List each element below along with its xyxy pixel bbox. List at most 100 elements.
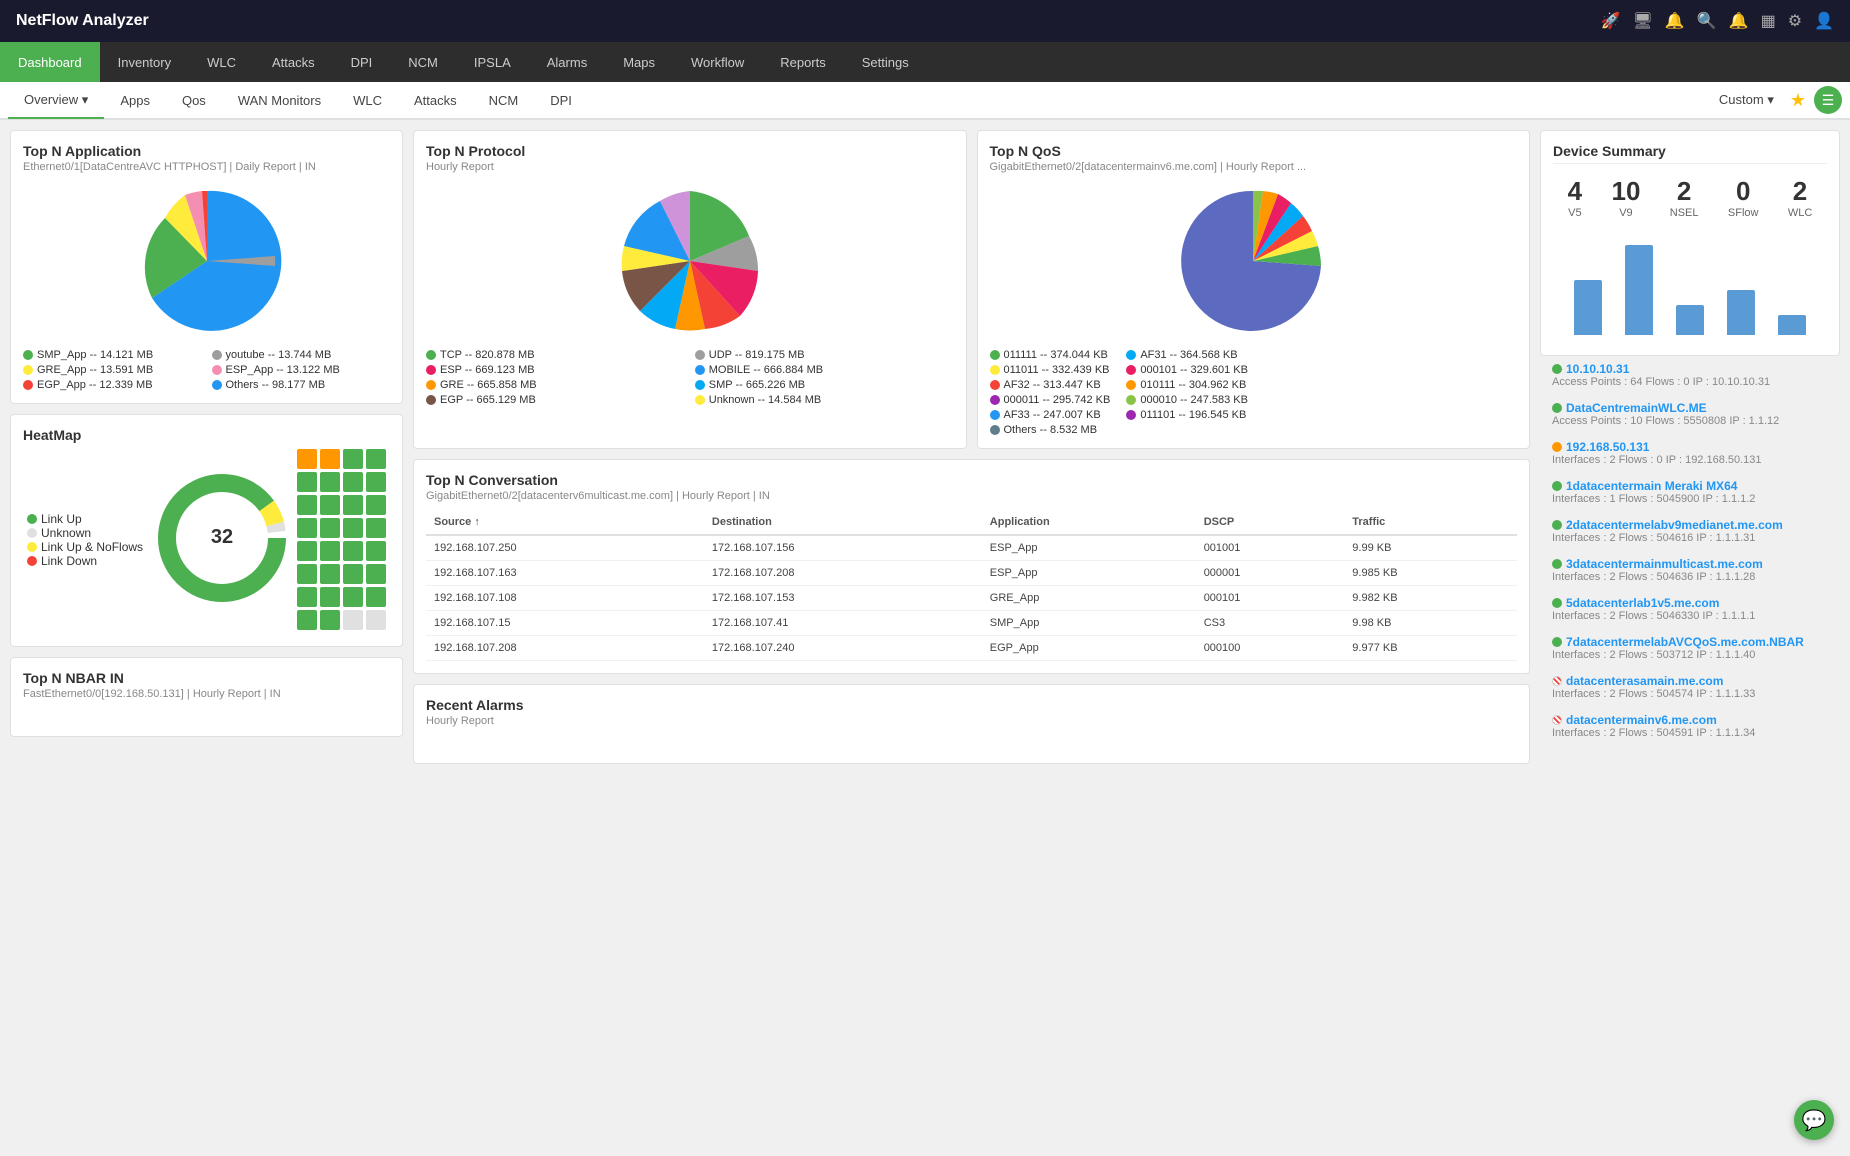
top-bar-icons: 🚀 🖥 🔔 🔍 🔔 ▦ ⚙ 👤 xyxy=(1601,11,1834,31)
device-list-item[interactable]: datacentermainv6.me.com Interfaces : 2 F… xyxy=(1540,707,1840,746)
device-name[interactable]: 5datacenterlab1v5.me.com xyxy=(1552,596,1828,610)
alert-icon[interactable]: 🔔 xyxy=(1729,11,1749,31)
legend-item: AF33 -- 247.007 KB xyxy=(990,409,1111,421)
rocket-icon[interactable]: 🚀 xyxy=(1601,11,1621,31)
bell-icon[interactable]: 🔔 xyxy=(1665,11,1685,31)
svg-text:32: 32 xyxy=(211,526,233,548)
cell-destination: 172.168.107.240 xyxy=(704,636,982,661)
device-list-item[interactable]: 5datacenterlab1v5.me.com Interfaces : 2 … xyxy=(1540,590,1840,629)
legend-item: 011111 -- 374.044 KB xyxy=(990,349,1111,361)
stat-sflow: 0 SFlow xyxy=(1728,176,1759,219)
device-name[interactable]: datacenterasamain.me.com xyxy=(1552,674,1828,688)
nav-wlc[interactable]: WLC xyxy=(189,42,254,82)
nav-ipsla[interactable]: IPSLA xyxy=(456,42,529,82)
status-dot xyxy=(1552,598,1562,608)
table-row[interactable]: 192.168.107.208 172.168.107.240 EGP_App … xyxy=(426,636,1517,661)
nav-ncm[interactable]: NCM xyxy=(390,42,456,82)
top-n-protocol-chart xyxy=(426,181,954,341)
settings-icon[interactable]: ⚙ xyxy=(1788,11,1802,31)
legend-item: Link Down xyxy=(27,554,147,568)
nav-dpi[interactable]: DPI xyxy=(333,42,391,82)
subnav-custom[interactable]: Custom ▾ xyxy=(1703,81,1790,119)
device-name[interactable]: 3datacentermainmulticast.me.com xyxy=(1552,557,1828,571)
device-list-item[interactable]: 192.168.50.131 Interfaces : 2 Flows : 0 … xyxy=(1540,434,1840,473)
device-list-item[interactable]: DataCentremainWLC.ME Access Points : 10 … xyxy=(1540,395,1840,434)
nav-maps[interactable]: Maps xyxy=(605,42,673,82)
cell-application: SMP_App xyxy=(982,611,1196,636)
device-name[interactable]: 2datacentermelabv9medianet.me.com xyxy=(1552,518,1828,532)
search-icon[interactable]: 🔍 xyxy=(1697,11,1717,31)
table-row[interactable]: 192.168.107.15 172.168.107.41 SMP_App CS… xyxy=(426,611,1517,636)
table-row[interactable]: 192.168.107.250 172.168.107.156 ESP_App … xyxy=(426,535,1517,561)
heatmap-content: Link Up Unknown Link Up & NoFlows Link D… xyxy=(23,445,390,634)
nav-dashboard[interactable]: Dashboard xyxy=(0,42,100,82)
device-name[interactable]: datacentermainv6.me.com xyxy=(1552,713,1828,727)
nav-inventory[interactable]: Inventory xyxy=(100,42,189,82)
legend-item: UDP -- 819.175 MB xyxy=(695,349,954,361)
device-list-item[interactable]: 7datacentermelabAVCQoS.me.com.NBAR Inter… xyxy=(1540,629,1840,668)
table-row[interactable]: 192.168.107.163 172.168.107.208 ESP_App … xyxy=(426,561,1517,586)
app-title: NetFlow Analyzer xyxy=(16,12,149,30)
stat-nsel: 2 NSEL xyxy=(1670,176,1699,219)
subnav-overview[interactable]: Overview ▾ xyxy=(8,81,104,119)
legend-item: Others -- 8.532 MB xyxy=(990,424,1111,436)
top-n-application-title: Top N Application xyxy=(23,143,390,159)
nav-attacks[interactable]: Attacks xyxy=(254,42,333,82)
recent-alarms-subtitle: Hourly Report xyxy=(426,715,1517,727)
top-n-nbar-subtitle: FastEthernet0/0[192.168.50.131] | Hourly… xyxy=(23,688,390,700)
barcode-icon[interactable]: ▦ xyxy=(1761,11,1776,31)
device-name[interactable]: 10.10.10.31 xyxy=(1552,362,1828,376)
subnav-dpi[interactable]: DPI xyxy=(534,81,588,119)
cell-source: 192.168.107.15 xyxy=(426,611,704,636)
device-list-item[interactable]: 3datacentermainmulticast.me.com Interfac… xyxy=(1540,551,1840,590)
col-source[interactable]: Source ↑ xyxy=(426,510,704,535)
cell-source: 192.168.107.208 xyxy=(426,636,704,661)
legend-item: Link Up xyxy=(27,512,147,526)
cell-destination: 172.168.107.208 xyxy=(704,561,982,586)
nav-workflow[interactable]: Workflow xyxy=(673,42,762,82)
nav-bar: Dashboard Inventory WLC Attacks DPI NCM … xyxy=(0,42,1850,82)
device-name[interactable]: 192.168.50.131 xyxy=(1552,440,1828,454)
add-widget-button[interactable]: ☰ xyxy=(1814,86,1842,114)
favorite-icon[interactable]: ★ xyxy=(1790,90,1806,111)
chat-button[interactable]: 💬 xyxy=(1794,1100,1834,1140)
user-icon[interactable]: 👤 xyxy=(1814,11,1834,31)
legend-item: Unknown xyxy=(27,526,147,540)
device-list-item[interactable]: 10.10.10.31 Access Points : 64 Flows : 0… xyxy=(1540,356,1840,395)
subnav-ncm[interactable]: NCM xyxy=(473,81,535,119)
top-n-conversation-card: Top N Conversation GigabitEthernet0/2[da… xyxy=(413,459,1530,674)
status-dot xyxy=(1552,715,1562,725)
nav-settings[interactable]: Settings xyxy=(844,42,927,82)
top-n-protocol-subtitle: Hourly Report xyxy=(426,161,954,173)
nav-reports[interactable]: Reports xyxy=(762,42,844,82)
device-stats: 4 V5 10 V9 2 NSEL 0 SFlow 2 WLC xyxy=(1553,166,1827,227)
col-traffic[interactable]: Traffic xyxy=(1344,510,1517,535)
device-name[interactable]: 7datacentermelabAVCQoS.me.com.NBAR xyxy=(1552,635,1828,649)
subnav-qos[interactable]: Qos xyxy=(166,81,222,119)
device-info: Interfaces : 2 Flows : 504574 IP : 1.1.1… xyxy=(1552,688,1828,700)
subnav-wan-monitors[interactable]: WAN Monitors xyxy=(222,81,337,119)
cell-traffic: 9.977 KB xyxy=(1344,636,1517,661)
status-dot xyxy=(1552,442,1562,452)
col-destination[interactable]: Destination xyxy=(704,510,982,535)
legend-item: MOBILE -- 666.884 MB xyxy=(695,364,954,376)
recent-alarms-card: Recent Alarms Hourly Report xyxy=(413,684,1530,764)
subnav-attacks[interactable]: Attacks xyxy=(398,81,473,119)
device-list-item[interactable]: 1datacentermain Meraki MX64 Interfaces :… xyxy=(1540,473,1840,512)
legend-item: Unknown -- 14.584 MB xyxy=(695,394,954,406)
device-name[interactable]: DataCentremainWLC.ME xyxy=(1552,401,1828,415)
monitor-icon[interactable]: 🖥 xyxy=(1633,11,1653,31)
table-row[interactable]: 192.168.107.108 172.168.107.153 GRE_App … xyxy=(426,586,1517,611)
nav-alarms[interactable]: Alarms xyxy=(529,42,605,82)
col-application[interactable]: Application xyxy=(982,510,1196,535)
device-list-item[interactable]: datacenterasamain.me.com Interfaces : 2 … xyxy=(1540,668,1840,707)
subnav-wlc[interactable]: WLC xyxy=(337,81,398,119)
top-n-application-subtitle: Ethernet0/1[DataCentreAVC HTTPHOST] | Da… xyxy=(23,161,390,173)
cell-application: GRE_App xyxy=(982,586,1196,611)
col-dscp[interactable]: DSCP xyxy=(1196,510,1345,535)
heatmap-grid xyxy=(297,449,386,630)
device-name[interactable]: 1datacentermain Meraki MX64 xyxy=(1552,479,1828,493)
subnav-apps[interactable]: Apps xyxy=(104,81,166,119)
device-list-item[interactable]: 2datacentermelabv9medianet.me.com Interf… xyxy=(1540,512,1840,551)
legend-item: Link Up & NoFlows xyxy=(27,540,147,554)
